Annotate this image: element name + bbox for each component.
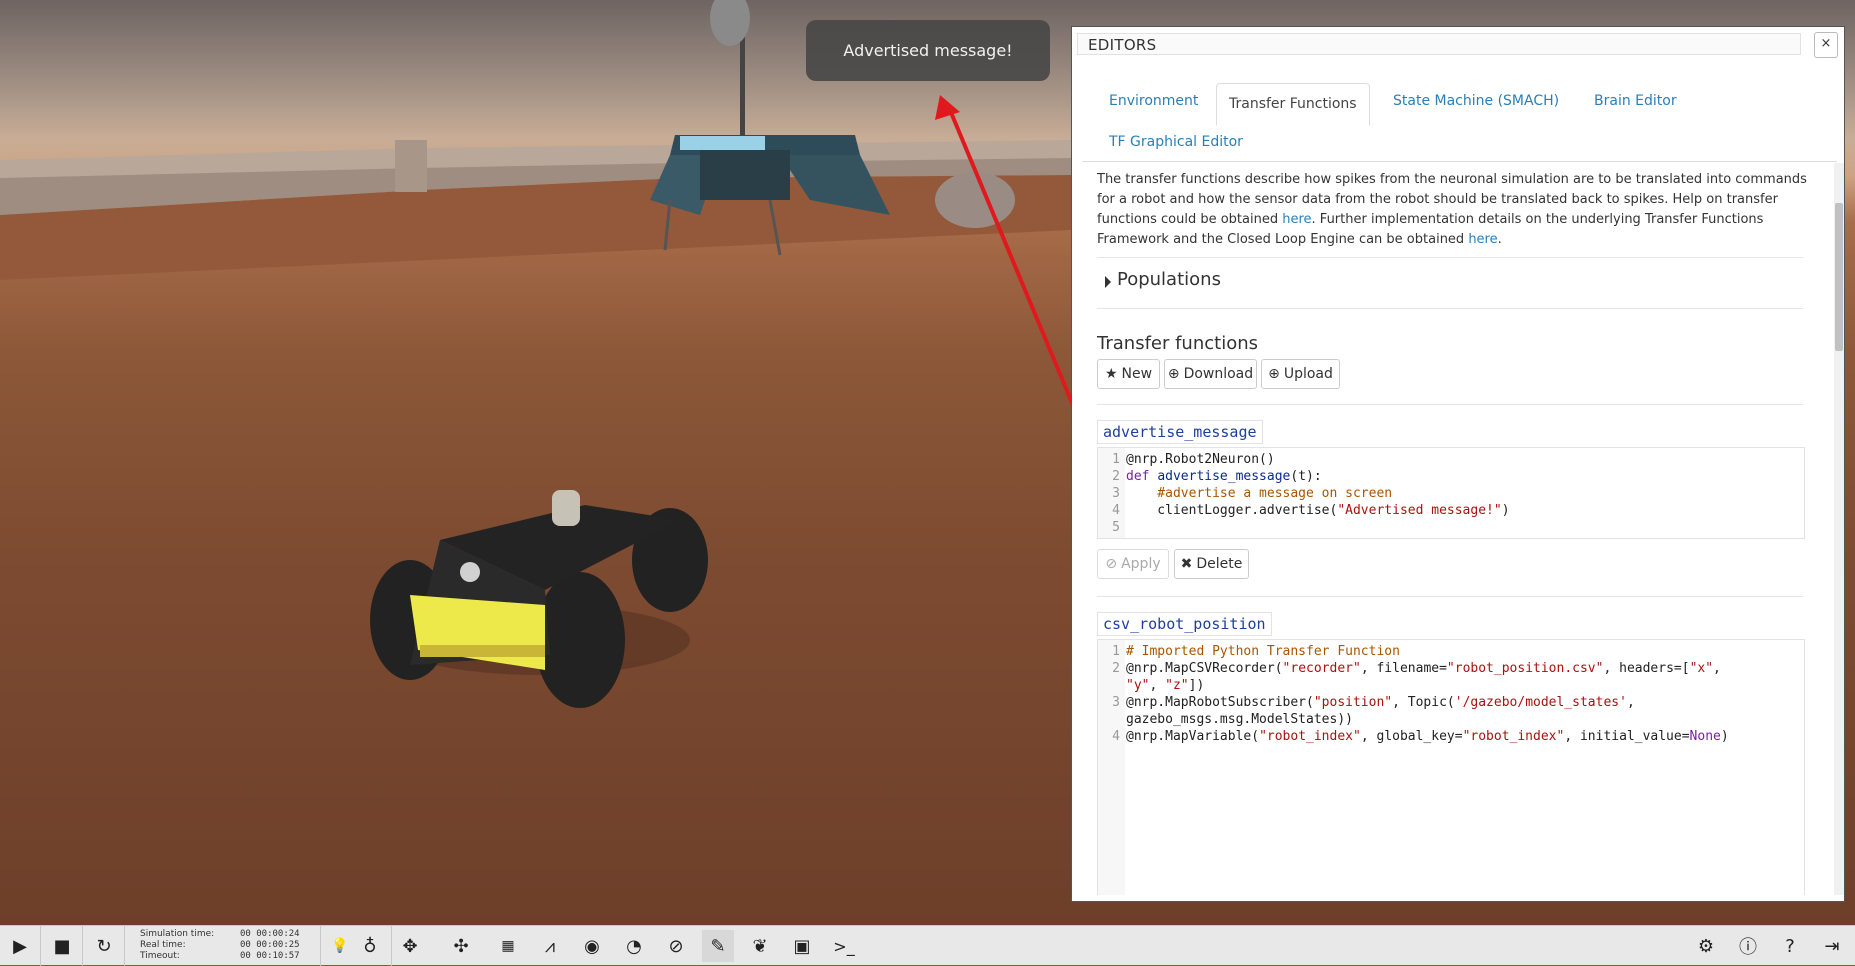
settings-icon[interactable]: ⚙: [1690, 930, 1722, 962]
separator: [124, 926, 125, 966]
code-line: gazebo_msgs.msg.ModelStates)): [1126, 712, 1353, 727]
divider: [1097, 257, 1803, 258]
tf-name-field[interactable]: advertise_message: [1097, 420, 1263, 444]
edit-icon[interactable]: ✎: [702, 930, 734, 962]
move-icon[interactable]: ✥: [394, 930, 426, 962]
tab-state-machine[interactable]: State Machine (SMACH): [1393, 93, 1559, 109]
divider: [1097, 596, 1803, 597]
separator: [391, 926, 392, 966]
line-number: 4: [1112, 503, 1120, 518]
apply-label: Apply: [1121, 556, 1161, 572]
info-icon[interactable]: ⓘ: [1732, 930, 1764, 962]
rotate-icon[interactable]: ✣: [445, 930, 477, 962]
download-label: Download: [1183, 366, 1254, 382]
caret-right-icon[interactable]: [1105, 276, 1111, 288]
real-time-value: 00 00:00:25: [240, 940, 300, 950]
line-number: 1: [1112, 452, 1120, 467]
tf-name-field[interactable]: csv_robot_position: [1097, 612, 1272, 636]
play-icon[interactable]: ▶: [4, 930, 36, 962]
separator: [40, 926, 41, 966]
code-editor[interactable]: 1 2 3 4 # Imported Python Transfer Funct…: [1097, 639, 1805, 895]
upload-button[interactable]: ⊕ Upload: [1261, 359, 1340, 389]
delete-label: Delete: [1196, 556, 1243, 572]
panel-title[interactable]: EDITORS: [1077, 33, 1801, 55]
terminal-icon[interactable]: >_: [828, 930, 860, 962]
sim-time-label: Simulation time:: [140, 929, 215, 939]
line-number: 2: [1112, 469, 1120, 484]
scrollbar[interactable]: [1834, 163, 1844, 895]
delete-button[interactable]: ✖ Delete: [1174, 549, 1249, 579]
code-editor[interactable]: 1 2 3 4 5 @nrp.Robot2Neuron() def advert…: [1097, 447, 1805, 539]
divider: [1097, 404, 1803, 405]
code-line: @nrp.MapCSVRecorder("recorder", filename…: [1126, 661, 1721, 676]
exit-icon[interactable]: ⇥: [1816, 930, 1848, 962]
new-label: New: [1121, 366, 1153, 382]
code-line: "y", "z"]): [1126, 678, 1205, 693]
timeout-value: 00 00:10:57: [240, 951, 300, 961]
help-icon[interactable]: ?: [1774, 930, 1806, 962]
tab-brain-editor[interactable]: Brain Editor: [1594, 93, 1677, 109]
grid-icon[interactable]: ▦: [492, 930, 524, 962]
video-icon[interactable]: ▣: [786, 930, 818, 962]
check-circle-icon: ⊘: [1105, 556, 1118, 572]
separator: [320, 926, 321, 966]
simulation-toolbar: ▶ ■ ↻ Simulation time: 00 00:00:24 Real t…: [0, 925, 1855, 966]
separator: [82, 926, 83, 966]
help-link[interactable]: here: [1282, 212, 1311, 227]
line-number: 4: [1112, 729, 1120, 744]
line-number: 3: [1112, 486, 1120, 501]
plot-icon[interactable]: ⩘: [534, 930, 566, 962]
scrollbar-thumb[interactable]: [1835, 203, 1843, 351]
download-icon: ⊕: [1167, 366, 1180, 382]
line-number: 3: [1112, 695, 1120, 710]
implementation-link[interactable]: here: [1468, 232, 1497, 247]
tab-transfer-functions[interactable]: Transfer Functions: [1216, 83, 1370, 126]
description-text-3: .: [1497, 232, 1502, 247]
toast-notification: Advertised message!: [806, 20, 1050, 81]
line-number: 5: [1112, 520, 1120, 535]
tab-divider: [1082, 161, 1837, 162]
stop-icon[interactable]: ■: [46, 930, 78, 962]
download-button[interactable]: ⊕ Download: [1164, 359, 1257, 389]
code-line: def advertise_message(t):: [1126, 469, 1322, 484]
light-icon[interactable]: 💡: [324, 930, 356, 962]
simulation-clock: Simulation time: 00 00:00:24 Real time: 00…: [140, 929, 300, 962]
close-icon: ✖: [1180, 556, 1193, 572]
code-line: @nrp.MapVariable("robot_index", global_k…: [1126, 729, 1729, 744]
robot: [370, 490, 708, 708]
line-number: 2: [1112, 661, 1120, 676]
spike-icon[interactable]: ◔: [618, 930, 650, 962]
code-line: # Imported Python Transfer Function: [1126, 644, 1400, 659]
code-line: #advertise a message on screen: [1126, 486, 1393, 501]
timeout-label: Timeout:: [140, 951, 180, 961]
divider: [1097, 308, 1803, 309]
eye-icon[interactable]: ◉: [576, 930, 608, 962]
reset-icon[interactable]: ↻: [88, 930, 120, 962]
populations-toggle[interactable]: Populations: [1117, 269, 1221, 290]
description: The transfer functions describe how spik…: [1097, 170, 1809, 250]
close-button[interactable]: ×: [1814, 32, 1838, 58]
compass-icon[interactable]: ⊘: [660, 930, 692, 962]
brain-icon[interactable]: ❦: [744, 930, 776, 962]
toast-message: Advertised message!: [843, 41, 1013, 60]
upload-label: Upload: [1283, 366, 1333, 382]
new-button[interactable]: ★ New: [1097, 359, 1160, 389]
code-line: @nrp.Robot2Neuron(): [1126, 452, 1275, 467]
tab-tf-graphical-editor[interactable]: TF Graphical Editor: [1109, 134, 1243, 150]
apply-button[interactable]: ⊘ Apply: [1097, 549, 1169, 579]
star-icon: ★: [1104, 366, 1118, 382]
transfer-functions-content[interactable]: The transfer functions describe how spik…: [1082, 163, 1828, 895]
code-line: @nrp.MapRobotSubscriber("position", Topi…: [1126, 695, 1635, 710]
editors-panel: EDITORS × Environment Transfer Functions…: [1071, 26, 1845, 902]
line-number: 1: [1112, 644, 1120, 659]
transfer-functions-heading: Transfer functions: [1097, 333, 1259, 354]
tab-environment[interactable]: Environment: [1109, 93, 1198, 109]
bulb-icon[interactable]: ♁: [354, 930, 386, 962]
line-gutter: [1098, 640, 1125, 895]
real-time-label: Real time:: [140, 940, 186, 950]
upload-icon: ⊕: [1268, 366, 1280, 382]
sim-time-value: 00 00:00:24: [240, 929, 300, 939]
code-line: clientLogger.advertise("Advertised messa…: [1126, 503, 1510, 518]
